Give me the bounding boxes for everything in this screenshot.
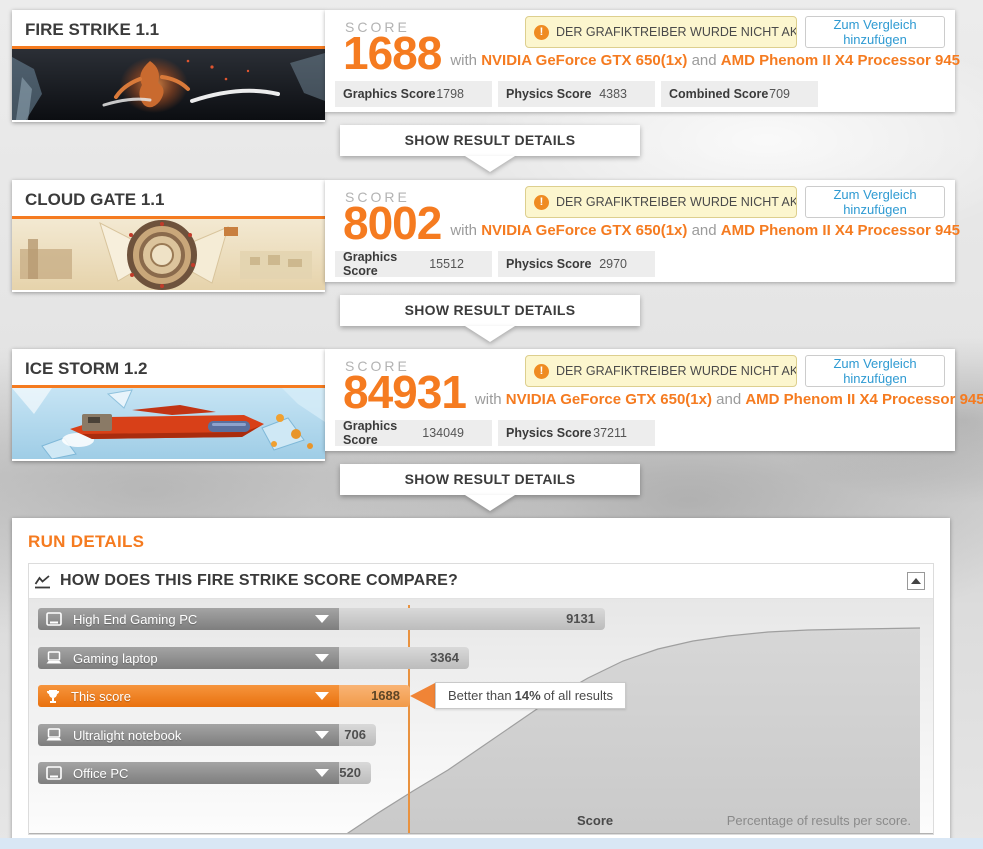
driver-warning-button[interactable]: ! DER GRAFIKTREIBER WURDE NICHT AKZEP... — [525, 186, 797, 218]
chevron-down-icon — [465, 326, 515, 342]
dropdown-arrow-icon — [315, 731, 329, 739]
fire-strike-thumbnail — [12, 49, 325, 120]
warning-icon: ! — [534, 364, 549, 379]
subscore-cell: Combined Score709 — [661, 81, 818, 107]
score-panel: SCORE 8002 with NVIDIA GeForce GTX 650(1… — [325, 180, 955, 282]
warning-text: DER GRAFIKTREIBER WURDE NICHT AKZEP... — [556, 25, 797, 39]
score-panel: SCORE 1688 with NVIDIA GeForce GTX 650(1… — [325, 10, 955, 112]
warning-icon: ! — [534, 195, 549, 210]
line-chart-icon — [34, 574, 51, 589]
add-to-comparison-button[interactable]: Zum Vergleich hinzufügen — [805, 355, 945, 387]
gpu-name: NVIDIA GeForce GTX 650(1x) — [481, 222, 687, 239]
result-card-fire-strike: FIRE STRIKE 1.1 — [0, 10, 983, 182]
run-details-title: RUN DETAILS — [28, 532, 144, 552]
collapse-arrow-icon — [911, 578, 921, 584]
hardware-summary: with NVIDIA GeForce GTX 650(1x) and AMD … — [450, 52, 960, 74]
gpu-name: NVIDIA GeForce GTX 650(1x) — [481, 52, 687, 69]
better-than-callout: Better than14%of all results — [410, 682, 626, 709]
benchmark-banner: CLOUD GATE 1.1 — [12, 180, 325, 292]
benchmark-banner: FIRE STRIKE 1.1 — [12, 10, 325, 122]
laptop-icon — [46, 728, 62, 742]
score-value: 8002 — [343, 202, 441, 244]
desktop-icon — [46, 612, 62, 627]
subscore-cell: Graphics Score15512 — [335, 251, 492, 277]
axis-note: Percentage of results per score. — [727, 813, 911, 828]
dropdown-arrow-icon — [315, 769, 329, 777]
benchmark-title: ICE STORM 1.2 — [12, 349, 325, 385]
x-axis-label: Score — [577, 813, 613, 828]
cpu-name: AMD Phenom II X4 Processor 945 — [745, 391, 983, 408]
subscore-cell: Graphics Score134049 — [335, 420, 492, 446]
compare-bar: 3364 — [339, 647, 469, 669]
trophy-icon — [46, 689, 60, 704]
compare-row-select[interactable]: Ultralight notebook — [38, 724, 339, 746]
hardware-summary: with NVIDIA GeForce GTX 650(1x) and AMD … — [450, 222, 960, 244]
subscore-cell: Physics Score37211 — [498, 420, 655, 446]
chevron-down-icon — [465, 495, 515, 511]
warning-icon: ! — [534, 25, 549, 40]
cpu-name: AMD Phenom II X4 Processor 945 — [721, 222, 960, 239]
compare-bar: 520 — [339, 762, 371, 784]
show-result-details-button[interactable]: SHOW RESULT DETAILS — [340, 125, 640, 156]
compare-row-select[interactable]: Gaming laptop — [38, 647, 339, 669]
score-value: 84931 — [343, 371, 466, 413]
benchmark-title: CLOUD GATE 1.1 — [12, 180, 325, 216]
subscore-cell: Physics Score2970 — [498, 251, 655, 277]
score-panel: SCORE 84931 with NVIDIA GeForce GTX 650(… — [325, 349, 955, 451]
gpu-name: NVIDIA GeForce GTX 650(1x) — [506, 391, 712, 408]
cloud-gate-thumbnail — [12, 219, 325, 290]
add-to-comparison-button[interactable]: Zum Vergleich hinzufügen — [805, 16, 945, 48]
score-marker-line — [408, 605, 410, 834]
compare-header: HOW DOES THIS FIRE STRIKE SCORE COMPARE? — [60, 572, 458, 590]
subscore-row: Graphics Score134049 Physics Score37211 — [335, 420, 655, 446]
result-card-cloud-gate: CLOUD GATE 1.1 — [0, 180, 983, 352]
subscore-row: Graphics Score1798 Physics Score4383 Com… — [335, 81, 818, 107]
subscore-cell: Graphics Score1798 — [335, 81, 492, 107]
collapse-button[interactable] — [907, 572, 925, 590]
compare-row-select[interactable]: This score — [38, 685, 339, 707]
subscore-row: Graphics Score15512 Physics Score2970 — [335, 251, 655, 277]
desktop-icon — [46, 766, 62, 781]
subscore-cell: Physics Score4383 — [498, 81, 655, 107]
benchmark-banner: ICE STORM 1.2 — [12, 349, 325, 461]
run-details-panel: RUN DETAILS HOW DOES THIS FIRE STRIKE SC… — [12, 518, 950, 849]
compare-chart: High End Gaming PC 9131 Gaming laptop 33… — [29, 598, 933, 834]
benchmark-title: FIRE STRIKE 1.1 — [12, 10, 325, 46]
chevron-down-icon — [465, 156, 515, 172]
driver-warning-button[interactable]: ! DER GRAFIKTREIBER WURDE NICHT AKZEP... — [525, 355, 797, 387]
laptop-icon — [46, 651, 62, 665]
dropdown-arrow-icon — [315, 654, 329, 662]
compare-widget: HOW DOES THIS FIRE STRIKE SCORE COMPARE? — [28, 563, 934, 835]
compare-bar: 706 — [339, 724, 376, 746]
result-card-ice-storm: ICE STORM 1.2 — [0, 349, 983, 521]
score-value: 1688 — [343, 32, 441, 74]
dropdown-arrow-icon — [315, 692, 329, 700]
distribution-curve — [338, 599, 922, 834]
warning-text: DER GRAFIKTREIBER WURDE NICHT AKZEP... — [556, 195, 797, 209]
cpu-name: AMD Phenom II X4 Processor 945 — [721, 52, 960, 69]
compare-bar: 9131 — [339, 608, 605, 630]
compare-row-select[interactable]: High End Gaming PC — [38, 608, 339, 630]
show-result-details-button[interactable]: SHOW RESULT DETAILS — [340, 295, 640, 326]
add-to-comparison-button[interactable]: Zum Vergleich hinzufügen — [805, 186, 945, 218]
show-result-details-button[interactable]: SHOW RESULT DETAILS — [340, 464, 640, 495]
hardware-summary: with NVIDIA GeForce GTX 650(1x) and AMD … — [475, 391, 983, 413]
dropdown-arrow-icon — [315, 615, 329, 623]
callout-arrow-icon — [410, 683, 435, 709]
warning-text: DER GRAFIKTREIBER WURDE NICHT AKZEP... — [556, 364, 797, 378]
ice-storm-thumbnail — [12, 388, 325, 459]
compare-bar: 1688 — [339, 685, 410, 707]
compare-row-select[interactable]: Office PC — [38, 762, 339, 784]
driver-warning-button[interactable]: ! DER GRAFIKTREIBER WURDE NICHT AKZEP... — [525, 16, 797, 48]
footer-strip — [0, 838, 983, 849]
